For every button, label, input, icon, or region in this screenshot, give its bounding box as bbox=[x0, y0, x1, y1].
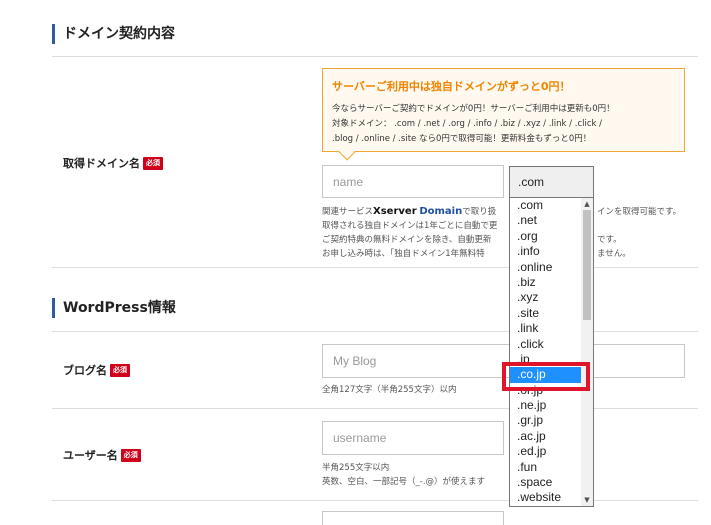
tld-option[interactable]: .gr.jp bbox=[510, 413, 582, 428]
tld-option[interactable]: .space bbox=[510, 475, 582, 490]
divider bbox=[52, 331, 698, 332]
tld-option[interactable]: .ed.jp bbox=[510, 444, 582, 459]
promo-box: サーバーご利用中は独自ドメインがずっと0円！ 今ならサーバーご契約でドメインが0… bbox=[322, 68, 685, 161]
domain-help-text: 関連サービスXserver Domainで取り扱 取得される独自ドメインは1年ご… bbox=[322, 205, 497, 261]
tld-option[interactable]: .link bbox=[510, 321, 582, 336]
tld-option[interactable]: .site bbox=[510, 306, 582, 321]
tld-option[interactable]: .online bbox=[510, 260, 582, 275]
domain-help-line: お申し込み時は、「独自ドメイン1年無料特 bbox=[322, 249, 485, 259]
tld-select[interactable]: .com bbox=[509, 166, 594, 198]
triangle-up-icon[interactable]: ▲ bbox=[581, 198, 593, 210]
blog-name-label: ブログ名 必須 bbox=[63, 362, 130, 378]
divider bbox=[52, 267, 698, 268]
domain-brand: Domain bbox=[419, 206, 463, 217]
tld-option[interactable]: .com bbox=[510, 198, 582, 213]
domain-help-line: 関連サービスXserver Domainで取り扱 bbox=[322, 205, 497, 219]
section-title-domain: ドメイン契約内容 bbox=[52, 24, 175, 44]
domain-help-text-right: インを取得可能です。 です。 ません。 bbox=[597, 205, 681, 261]
help-suffix: で取り扱 bbox=[462, 207, 497, 217]
blog-name-label-text: ブログ名 bbox=[63, 364, 107, 377]
tld-option[interactable]: .biz bbox=[510, 275, 582, 290]
tld-options: .com .net .org .info .online .biz .xyz .site .li… bbox=[510, 198, 582, 506]
tld-option[interactable]: .xyz bbox=[510, 290, 582, 305]
scrollbar-thumb[interactable] bbox=[583, 210, 591, 320]
password-input[interactable] bbox=[322, 511, 504, 525]
domain-name-input[interactable]: name bbox=[322, 165, 504, 198]
tld-option[interactable]: .ac.jp bbox=[510, 429, 582, 444]
username-help-line: 半角255文字以内 bbox=[322, 463, 390, 473]
tld-option[interactable]: .info bbox=[510, 244, 582, 259]
domain-help-line bbox=[597, 219, 681, 233]
domain-help-line: です。 bbox=[597, 235, 622, 245]
blog-help-text: 全角127文字（半角255文字）以内 bbox=[322, 385, 457, 395]
tld-option[interactable]: .website bbox=[510, 490, 582, 505]
username-label: ユーザー名 必須 bbox=[63, 447, 141, 463]
required-badge: 必須 bbox=[143, 156, 163, 170]
tld-option[interactable]: .click bbox=[510, 337, 582, 352]
tld-option[interactable]: .org bbox=[510, 229, 582, 244]
divider bbox=[52, 500, 698, 501]
username-help-text: 半角255文字以内 英数、空白、一部記号（_-.@）が使えます bbox=[322, 461, 485, 489]
section-title-wordpress: WordPress情報 bbox=[52, 298, 176, 318]
dropdown-scrollbar[interactable]: ▲ ▼ bbox=[581, 198, 593, 506]
required-badge: 必須 bbox=[110, 363, 130, 377]
divider bbox=[52, 56, 698, 57]
username-help-line: 英数、空白、一部記号（_-.@）が使えます bbox=[322, 477, 486, 487]
username-label-text: ユーザー名 bbox=[63, 449, 118, 462]
domain-help-line: ません。 bbox=[597, 249, 631, 259]
highlight-annotation bbox=[502, 362, 590, 391]
domain-help-line: インを取得可能です。 bbox=[597, 207, 682, 217]
promo-title: サーバーご利用中は独自ドメインがずっと0円！ bbox=[332, 80, 571, 93]
tld-option[interactable]: .net bbox=[510, 213, 582, 228]
tld-option[interactable]: .ne.jp bbox=[510, 398, 582, 413]
triangle-down-icon[interactable]: ▼ bbox=[581, 494, 593, 506]
domain-name-label-text: 取得ドメイン名 bbox=[63, 157, 140, 170]
tld-option[interactable]: .fun bbox=[510, 460, 582, 475]
xserver-brand: Xserver bbox=[373, 206, 417, 217]
promo-line: 今ならサーバーご契約でドメインが0円！サーバーご利用中は更新も0円！ bbox=[332, 104, 615, 114]
help-prefix: 関連サービス bbox=[322, 207, 374, 217]
promo-line: 対象ドメイン： .com / .net / .org / .info / .bi… bbox=[332, 119, 603, 129]
domain-help-line: 取得される独自ドメインは1年ごとに自動で更 bbox=[322, 221, 498, 231]
tld-dropdown-list[interactable]: .com .net .org .info .online .biz .xyz .site .li… bbox=[509, 197, 594, 507]
domain-name-label: 取得ドメイン名 必須 bbox=[63, 155, 163, 171]
promo-line: .blog / .online / .site なら0円で取得可能！更新料金もず… bbox=[332, 134, 592, 144]
required-badge: 必須 bbox=[120, 448, 141, 462]
username-input[interactable]: username bbox=[322, 421, 504, 455]
divider bbox=[52, 408, 698, 409]
domain-help-line: ご契約特典の無料ドメインを除き、自動更新 bbox=[322, 235, 492, 245]
